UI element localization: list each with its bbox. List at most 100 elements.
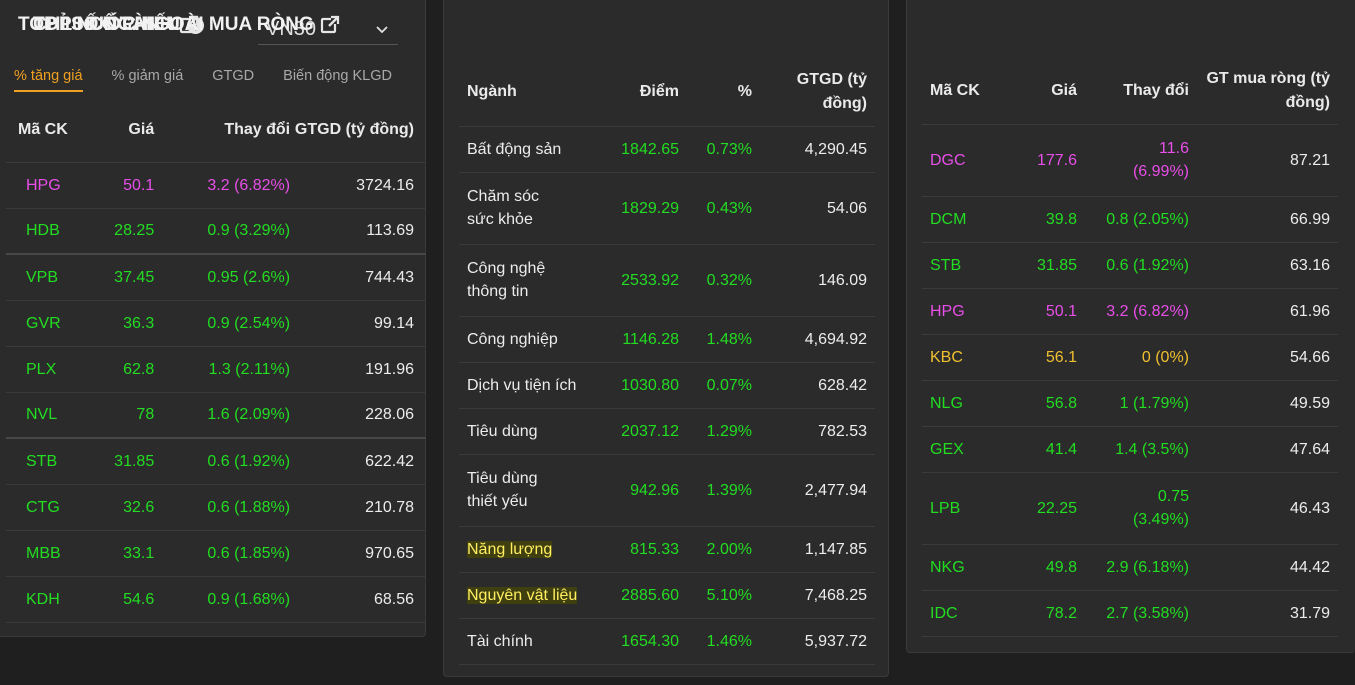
table-row[interactable]: Tài chính 1654.30 1.46% 5,937.72 bbox=[459, 618, 875, 665]
stock-change: 0.8 (2.05%) bbox=[1077, 196, 1189, 243]
table-row[interactable]: HPG 50.1 3.2 (6.82%) 3724.16 bbox=[6, 162, 426, 209]
sector-percent: 5.10% bbox=[679, 572, 752, 619]
stock-price: 177.6 bbox=[1002, 124, 1077, 197]
stock-code: CTG bbox=[6, 484, 91, 531]
table-row[interactable]: Công nghệ thông tin 2533.92 0.32% 146.09 bbox=[459, 244, 875, 317]
sector-percent: 2.00% bbox=[679, 526, 752, 573]
table-row[interactable]: NKG 49.8 2.9 (6.18%) 44.42 bbox=[922, 544, 1338, 591]
col-net-buy[interactable]: GT mua ròng (tỷ đồng) bbox=[1189, 58, 1338, 125]
stock-price: 54.6 bbox=[90, 576, 155, 623]
stock-price: 32.6 bbox=[90, 484, 155, 531]
table-row[interactable]: Nguyên vật liệu 2885.60 5.10% 7,468.25 bbox=[459, 572, 875, 619]
col-change[interactable]: Thay đổi bbox=[1077, 58, 1189, 125]
trade-value: 228.06 bbox=[290, 392, 426, 439]
sector-name: Dịch vụ tiện ích bbox=[459, 362, 609, 409]
table-row[interactable]: NVL 78 1.6 (2.09%) 228.06 bbox=[6, 392, 426, 439]
table-row[interactable]: GEX 41.4 1.4 (3.5%) 47.64 bbox=[922, 426, 1338, 473]
stock-code: MBB bbox=[6, 530, 91, 577]
col-change[interactable]: Thay đổi bbox=[154, 98, 291, 163]
tab-percent-up[interactable]: % tăng giá bbox=[14, 68, 83, 92]
table-row[interactable]: PLX 62.8 1.3 (2.11%) 191.96 bbox=[6, 346, 426, 393]
stock-code: GVR bbox=[6, 300, 91, 347]
stock-price: 78.2 bbox=[1002, 590, 1077, 637]
col-sector-value[interactable]: GTGD (tỷ đồng) bbox=[752, 58, 875, 127]
tab-value[interactable]: GTGD bbox=[212, 68, 254, 92]
table-row[interactable]: STB 31.85 0.6 (1.92%) 63.16 bbox=[922, 242, 1338, 289]
table-row[interactable]: MBB 33.1 0.6 (1.85%) 970.65 bbox=[6, 530, 426, 577]
sector-point: 2533.92 bbox=[609, 244, 679, 317]
table-row[interactable]: KBC 56.1 0 (0%) 54.66 bbox=[922, 334, 1338, 381]
table-row[interactable]: KDH 54.6 0.9 (1.68%) 68.56 bbox=[6, 576, 426, 623]
table-row[interactable]: Bất động sản 1842.65 0.73% 4,290.45 bbox=[459, 126, 875, 173]
stock-price: 22.25 bbox=[1002, 472, 1077, 545]
stock-change: 2.9 (6.18%) bbox=[1077, 544, 1189, 591]
external-link-icon[interactable] bbox=[320, 15, 340, 35]
chevron-down-icon bbox=[376, 25, 388, 33]
trade-value: 3724.16 bbox=[290, 162, 426, 209]
sector-point: 1146.28 bbox=[609, 316, 679, 363]
foreign-table: Mã CK Giá Thay đổi GT mua ròng (tỷ đồng)… bbox=[922, 58, 1338, 637]
table-row[interactable]: HDB 28.25 0.9 (3.29%) 113.69 bbox=[6, 208, 426, 255]
stock-code: NLG bbox=[922, 380, 1002, 427]
stock-price: 50.1 bbox=[1002, 288, 1077, 335]
stock-price: 50.1 bbox=[90, 162, 155, 209]
col-code[interactable]: Mã CK bbox=[6, 98, 91, 163]
col-value[interactable]: GTGD (tỷ đồng) bbox=[290, 98, 426, 163]
sector-point: 942.96 bbox=[609, 454, 679, 527]
col-code[interactable]: Mã CK bbox=[922, 58, 1002, 125]
sector-percent: 1.46% bbox=[679, 618, 752, 665]
stock-code: PLX bbox=[6, 346, 91, 393]
stock-change: 2.7 (3.58%) bbox=[1077, 590, 1189, 637]
stock-change: 0.6 (1.85%) bbox=[154, 530, 291, 577]
table-row[interactable]: Năng lượng 815.33 2.00% 1,147.85 bbox=[459, 526, 875, 573]
net-buy-value: 63.16 bbox=[1189, 242, 1338, 289]
table-row[interactable]: HPG 50.1 3.2 (6.82%) 61.96 bbox=[922, 288, 1338, 335]
stock-price: 62.8 bbox=[90, 346, 155, 393]
table-row[interactable]: NLG 56.8 1 (1.79%) 49.59 bbox=[922, 380, 1338, 427]
stock-price: 56.8 bbox=[1002, 380, 1077, 427]
col-price[interactable]: Giá bbox=[90, 98, 155, 163]
tab-volume-change[interactable]: Biến động KLGD bbox=[283, 68, 392, 92]
stock-change: 0.6 (1.92%) bbox=[1077, 242, 1189, 289]
table-row[interactable]: Tiêu dùng 2037.12 1.29% 782.53 bbox=[459, 408, 875, 455]
stock-code: NVL bbox=[6, 392, 91, 439]
col-point[interactable]: Điểm bbox=[609, 58, 679, 127]
foreign-title[interactable]: TOP NƯỚC NGOÀI MUA RÒNG bbox=[33, 14, 340, 36]
table-row[interactable]: IDC 78.2 2.7 (3.58%) 31.79 bbox=[922, 590, 1338, 637]
tab-percent-down[interactable]: % giảm giá bbox=[112, 68, 184, 92]
sector-name: Tiêu dùng bbox=[459, 408, 609, 455]
sector-value: 2,477.94 bbox=[752, 454, 875, 527]
table-row[interactable]: Dịch vụ tiện ích 1030.80 0.07% 628.42 bbox=[459, 362, 875, 409]
table-row[interactable]: Công nghiệp 1146.28 1.48% 4,694.92 bbox=[459, 316, 875, 363]
table-row[interactable]: GVR 36.3 0.9 (2.54%) 99.14 bbox=[6, 300, 426, 347]
sector-percent: 1.29% bbox=[679, 408, 752, 455]
col-price[interactable]: Giá bbox=[1002, 58, 1077, 125]
stock-code: DCM bbox=[922, 196, 1002, 243]
sector-value: 782.53 bbox=[752, 408, 875, 455]
col-percent[interactable]: % bbox=[679, 58, 752, 127]
table-row[interactable]: DGC 177.6 11.6 (6.99%) 87.21 bbox=[922, 124, 1338, 197]
sector-point: 1654.30 bbox=[609, 618, 679, 665]
sector-value: 4,694.92 bbox=[752, 316, 875, 363]
table-row[interactable]: Tiêu dùng thiết yếu 942.96 1.39% 2,477.94 bbox=[459, 454, 875, 527]
table-row[interactable]: CTG 32.6 0.6 (1.88%) 210.78 bbox=[6, 484, 426, 531]
table-row[interactable]: STB 31.85 0.6 (1.92%) 622.42 bbox=[6, 438, 426, 485]
sector-point: 1842.65 bbox=[609, 126, 679, 173]
table-row[interactable]: DCM 39.8 0.8 (2.05%) 66.99 bbox=[922, 196, 1338, 243]
top10-tabs: % tăng giá % giảm giá GTGD Biến động KLG… bbox=[14, 68, 392, 92]
net-buy-value: 44.42 bbox=[1189, 544, 1338, 591]
trade-value: 622.42 bbox=[290, 438, 426, 485]
table-row[interactable]: LPB 22.25 0.75 (3.49%) 46.43 bbox=[922, 472, 1338, 545]
table-row[interactable]: VPB 37.45 0.95 (2.6%) 744.43 bbox=[6, 254, 426, 301]
stock-price: 41.4 bbox=[1002, 426, 1077, 473]
stock-price: 28.25 bbox=[90, 208, 155, 255]
trade-value: 744.43 bbox=[290, 254, 426, 301]
trade-value: 68.56 bbox=[290, 576, 426, 623]
stock-change: 0.9 (1.68%) bbox=[154, 576, 291, 623]
stock-change: 1 (1.79%) bbox=[1077, 380, 1189, 427]
sector-name: Nguyên vật liệu bbox=[459, 572, 609, 619]
top10-table: Mã CK Giá Thay đổi GTGD (tỷ đồng) HPG 50.… bbox=[6, 98, 426, 623]
col-sector[interactable]: Ngành bbox=[459, 58, 609, 127]
stock-code: VPB bbox=[6, 254, 91, 301]
table-row[interactable]: Chăm sóc sức khỏe 1829.29 0.43% 54.06 bbox=[459, 172, 875, 245]
